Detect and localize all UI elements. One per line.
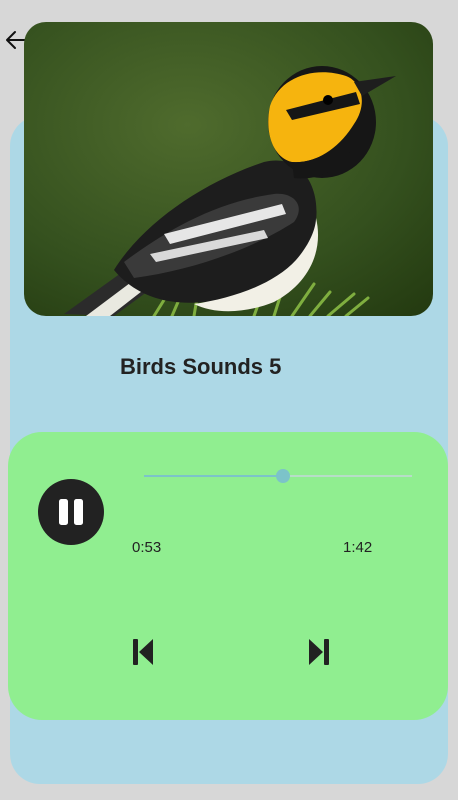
bird-image — [24, 22, 433, 316]
current-time: 0:53 — [132, 539, 162, 556]
seek-thumb[interactable] — [276, 469, 291, 483]
next-button[interactable] — [304, 636, 334, 668]
skip-next-icon — [309, 639, 329, 665]
previous-button[interactable] — [128, 636, 158, 668]
player-panel: 0:53 1:42 — [8, 432, 448, 720]
total-time: 1:42 — [343, 539, 373, 556]
seek-bar[interactable] — [144, 468, 412, 484]
skip-previous-icon — [133, 639, 153, 665]
seek-progress — [144, 475, 284, 477]
track-title: Birds Sounds 5 — [120, 354, 282, 379]
pause-icon — [59, 499, 83, 525]
pause-button[interactable] — [38, 479, 104, 545]
